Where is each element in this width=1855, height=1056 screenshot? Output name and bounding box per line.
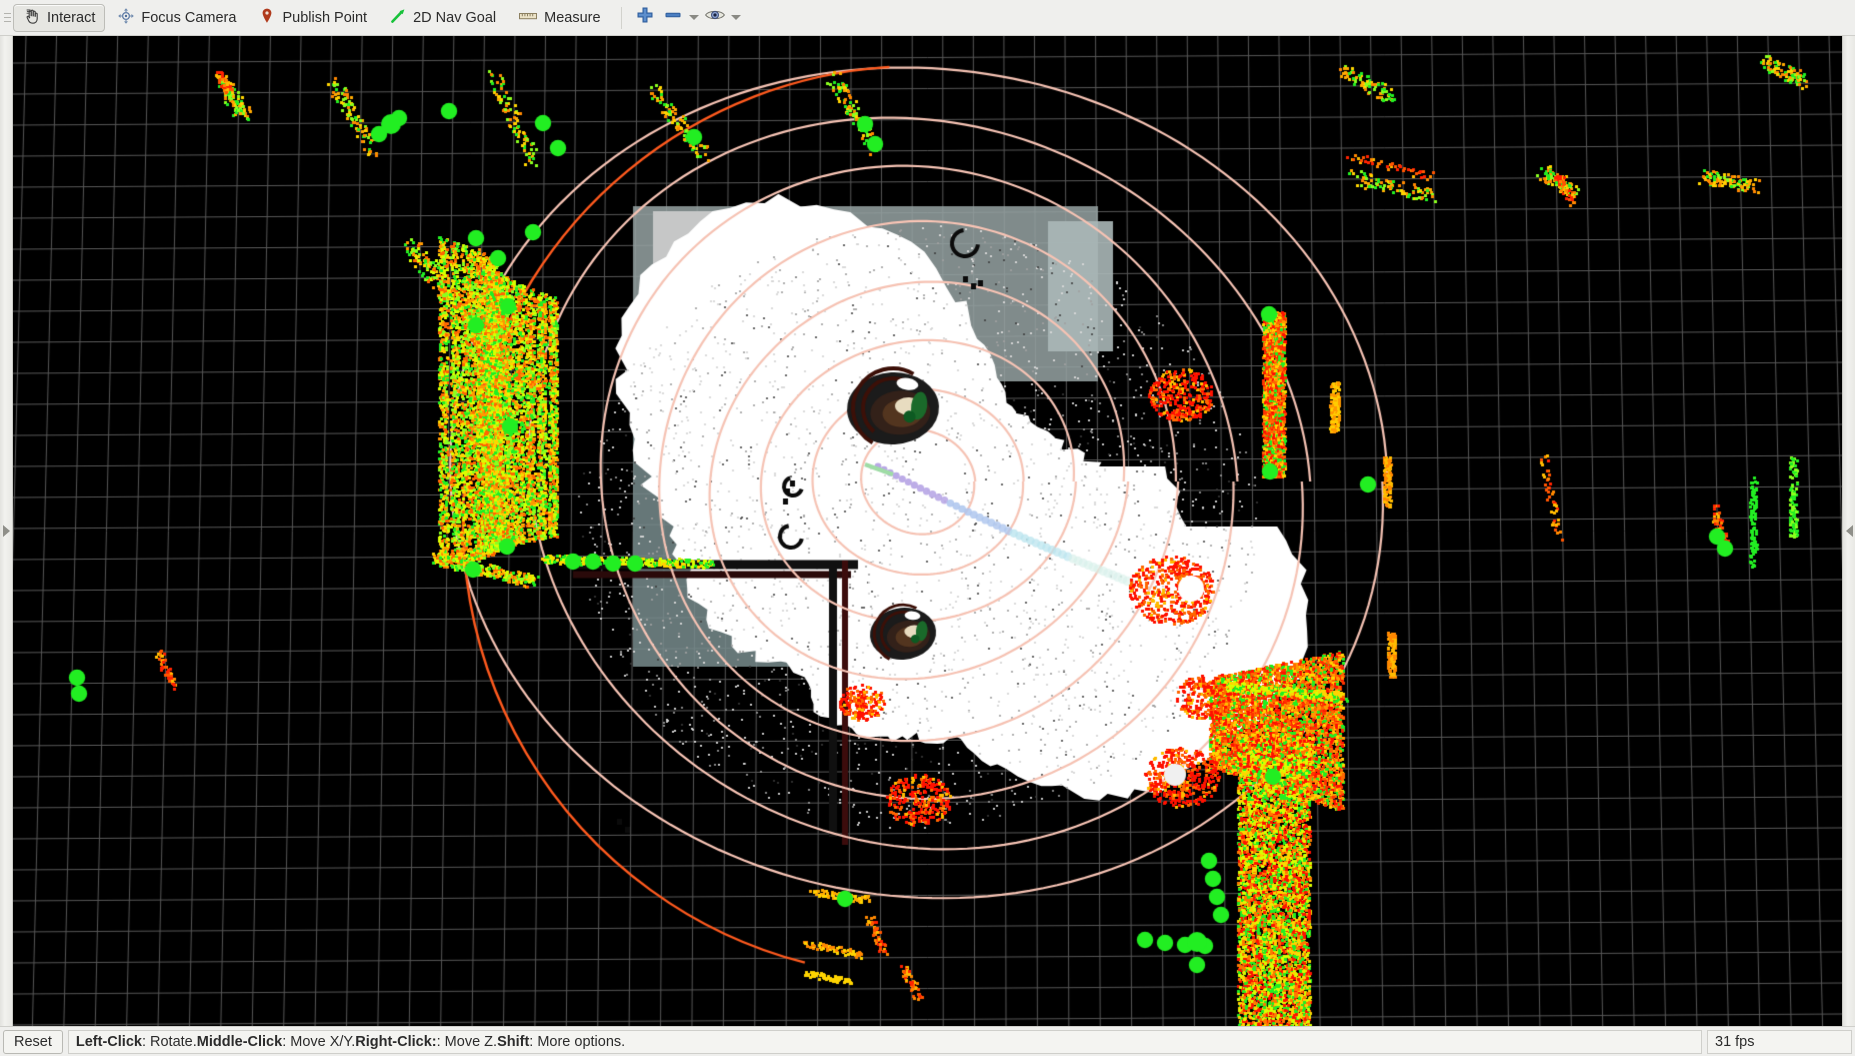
center-area	[0, 36, 1855, 1026]
visibility-menu-button[interactable]	[729, 5, 743, 31]
eye-icon	[704, 6, 726, 29]
triangle-left-icon[interactable]	[1845, 525, 1853, 537]
main-toolbar: Interact Focus Camera Publish Point 2D N…	[0, 0, 1855, 36]
status-bar: Reset Left-Click: Rotate. Middle-Click: …	[0, 1026, 1855, 1056]
map-pin-icon	[258, 7, 276, 29]
tool-button-publish-point[interactable]: Publish Point	[248, 4, 377, 32]
tool-label-interact: Interact	[47, 9, 96, 26]
viewport-canvas[interactable]	[13, 36, 1842, 1026]
rviz-window: Interact Focus Camera Publish Point 2D N…	[0, 0, 1855, 1056]
hint-key: Shift	[497, 1033, 530, 1050]
fps-indicator: 31 fps	[1707, 1029, 1852, 1054]
left-panel-splitter[interactable]	[0, 36, 13, 1026]
hint-key: Middle-Click	[196, 1033, 283, 1050]
reset-button[interactable]: Reset	[3, 1029, 63, 1054]
remove-tool-menu-button[interactable]	[687, 5, 701, 31]
hand-icon	[23, 7, 41, 29]
mouse-hint-text: Left-Click: Rotate. Middle-Click: Move X…	[67, 1029, 1702, 1054]
hint-key: Left-Click	[75, 1033, 142, 1050]
tool-button-2d-nav-goal[interactable]: 2D Nav Goal	[379, 4, 506, 32]
chevron-down-icon	[688, 15, 699, 20]
chevron-down-icon	[730, 15, 741, 20]
hint-text: : Move Z.	[436, 1033, 498, 1050]
plus-icon	[635, 5, 655, 30]
focus-camera-icon	[117, 7, 135, 29]
toolbar-separator	[620, 6, 622, 29]
hint-key: Right-Click:	[355, 1033, 437, 1050]
tool-label-measure: Measure	[544, 9, 601, 26]
render-viewport-3d[interactable]	[13, 36, 1842, 1026]
visibility-button[interactable]	[702, 5, 728, 31]
ruler-icon	[518, 7, 538, 29]
triangle-right-icon[interactable]	[2, 525, 10, 537]
hint-text: : Rotate.	[141, 1033, 197, 1050]
remove-tool-button[interactable]	[660, 5, 686, 31]
nav-goal-arrow-icon	[389, 7, 407, 29]
hint-text: : Move X/Y.	[282, 1033, 356, 1050]
toolbar-drag-handle[interactable]	[2, 0, 12, 36]
tool-label-2d-nav-goal: 2D Nav Goal	[413, 9, 497, 26]
tool-button-measure[interactable]: Measure	[508, 4, 610, 32]
right-panel-splitter[interactable]	[1842, 36, 1855, 1026]
tool-button-focus-camera[interactable]: Focus Camera	[107, 4, 246, 32]
tool-label-focus-camera: Focus Camera	[141, 9, 237, 26]
tool-label-publish-point: Publish Point	[282, 9, 368, 26]
minus-icon	[663, 5, 683, 30]
tool-button-interact[interactable]: Interact	[13, 3, 106, 32]
hint-text: : More options.	[529, 1033, 626, 1050]
add-tool-button[interactable]	[632, 5, 658, 31]
